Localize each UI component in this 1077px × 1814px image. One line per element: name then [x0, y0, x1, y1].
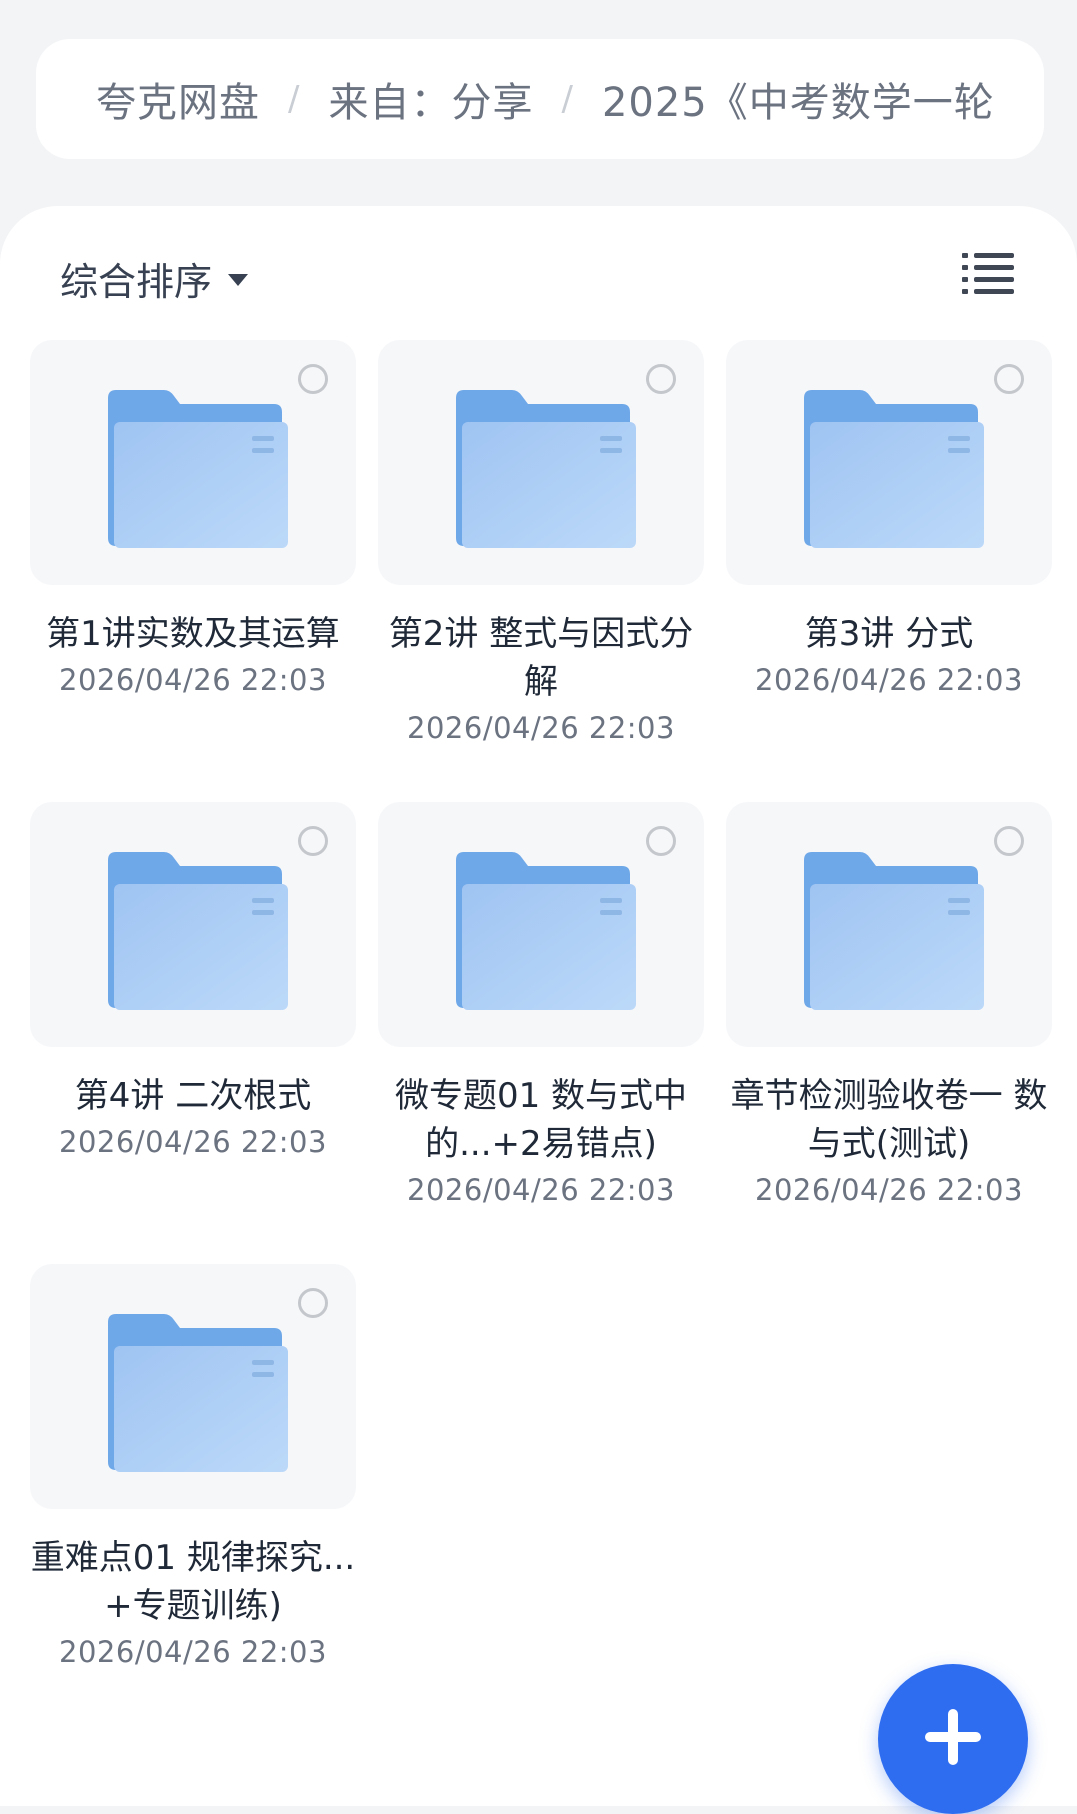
breadcrumb-separator: / [561, 79, 574, 119]
folder-date: 2026/04/26 22:03 [59, 663, 327, 697]
toolbar: 综合排序 [0, 206, 1077, 336]
folder-name: 章节检测验收卷一 数与式(测试) [730, 1076, 1048, 1164]
sort-label: 综合排序 [60, 259, 213, 304]
folder-date: 2026/04/26 22:03 [755, 1173, 1023, 1207]
folder-date: 2026/04/26 22:03 [407, 711, 675, 745]
folder-item[interactable]: 第2讲 整式与因式分解 2026/04/26 22:03 [378, 340, 704, 760]
folder-item[interactable]: 微专题01 数与式中的...+2易错点) 2026/04/26 22:03 [378, 802, 704, 1222]
select-checkbox[interactable] [298, 826, 328, 856]
select-checkbox[interactable] [298, 1288, 328, 1318]
add-button[interactable] [878, 1664, 1028, 1814]
folder-date: 2026/04/26 22:03 [755, 663, 1023, 697]
folder-name: 重难点01 规律探究...+专题训练) [30, 1538, 356, 1626]
folder-thumbnail [30, 1264, 356, 1509]
breadcrumb-item-shared[interactable]: 来自：分享 [328, 70, 533, 128]
folder-date: 2026/04/26 22:03 [59, 1125, 327, 1159]
folder-item[interactable]: 章节检测验收卷一 数与式(测试) 2026/04/26 22:03 [726, 802, 1052, 1222]
folder-thumbnail [30, 802, 356, 1047]
select-checkbox[interactable] [994, 364, 1024, 394]
folder-item[interactable]: 第3讲 分式 2026/04/26 22:03 [726, 340, 1052, 760]
folder-icon [804, 390, 984, 548]
folder-icon [108, 852, 288, 1010]
folder-item[interactable]: 第1讲实数及其运算 2026/04/26 22:03 [30, 340, 356, 760]
folder-item[interactable]: 第4讲 二次根式 2026/04/26 22:03 [30, 802, 356, 1222]
breadcrumb-item-current: 2025《中考数学一轮 [601, 80, 995, 126]
folder-icon [108, 1314, 288, 1472]
folder-name: 微专题01 数与式中的...+2易错点) [394, 1076, 688, 1164]
folder-thumbnail [30, 340, 356, 585]
select-checkbox[interactable] [646, 364, 676, 394]
breadcrumb-separator: / [288, 79, 301, 119]
select-checkbox[interactable] [646, 826, 676, 856]
caret-down-icon [228, 274, 249, 286]
folder-icon [456, 390, 636, 548]
plus-icon [948, 1709, 958, 1765]
folder-icon [108, 390, 288, 548]
select-checkbox[interactable] [994, 826, 1024, 856]
folder-icon [456, 852, 636, 1010]
folder-name: 第4讲 二次根式 [74, 1076, 312, 1116]
breadcrumb-path: 夸克网盘 / 来自：分享 / 2025《中考数学一轮 [96, 39, 1021, 159]
folder-icon [804, 852, 984, 1010]
folder-thumbnail [378, 802, 704, 1047]
select-checkbox[interactable] [298, 364, 328, 394]
folder-date: 2026/04/26 22:03 [407, 1173, 675, 1207]
folder-thumbnail [726, 802, 1052, 1047]
list-view-icon[interactable] [962, 251, 1014, 297]
folder-date: 2026/04/26 22:03 [59, 1635, 327, 1669]
folder-name: 第1讲实数及其运算 [46, 614, 340, 654]
sort-button[interactable]: 综合排序 [60, 248, 249, 308]
folder-thumbnail [726, 340, 1052, 585]
folder-thumbnail [378, 340, 704, 585]
folder-name: 第2讲 整式与因式分解 [388, 614, 694, 702]
breadcrumb: 夸克网盘 / 来自：分享 / 2025《中考数学一轮 [36, 39, 1044, 159]
folder-item[interactable]: 重难点01 规律探究...+专题训练) 2026/04/26 22:03 [30, 1264, 356, 1684]
breadcrumb-item-root[interactable]: 夸克网盘 [96, 70, 260, 128]
folder-name: 第3讲 分式 [804, 614, 974, 654]
